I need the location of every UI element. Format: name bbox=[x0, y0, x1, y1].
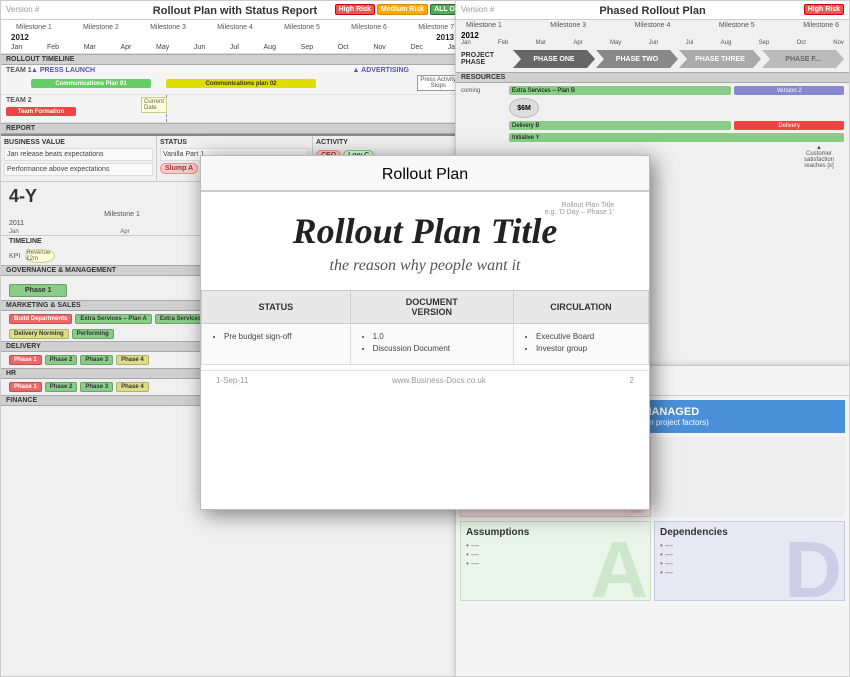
empty-card bbox=[654, 437, 845, 517]
comm-bar-1: Communications Plan 01 bbox=[31, 79, 151, 88]
build-depts-pill: Build Departments bbox=[9, 314, 72, 324]
dependencies-card: Dependencies • — • — • — • — D bbox=[654, 521, 845, 601]
circulation-cell: Executive Board Investor group bbox=[513, 323, 648, 364]
phase1-governance: Phase 1 bbox=[9, 284, 67, 297]
right-milestones: Milestone 1 Milestone 3 Milestone 4 Mile… bbox=[456, 20, 849, 31]
modal-title-area: Rollout Plan Titlee.g. 'D Day – Phase 1'… bbox=[201, 192, 649, 290]
hr-phase3: Phase 3 bbox=[80, 382, 113, 392]
team1-row: TEAM 1 ▲ PRESS LAUNCH ▲ ADVERTISING Comm… bbox=[1, 65, 469, 95]
right-year-row: 2012 bbox=[456, 31, 849, 40]
left-doc-title-bar: Version # Rollout Plan with Status Repor… bbox=[1, 1, 469, 20]
delivery-phase3: Phase 3 bbox=[80, 355, 113, 365]
months-row: JanFeb MarApr MayJun JulAug SepOct NovDe… bbox=[6, 44, 464, 51]
delivery-phase1: Phase 1 bbox=[9, 355, 42, 365]
left-timeline-area: Milestone 1 Milestone 2 Milestone 3 Mile… bbox=[1, 20, 469, 54]
press-activity-box: Press ActivityStops bbox=[417, 75, 459, 91]
team2-label: TEAM 2 bbox=[6, 97, 464, 104]
right-doc-badges: High Risk bbox=[804, 4, 844, 15]
right-doc-version: Version # bbox=[461, 5, 494, 14]
high-risk-badge: High Risk bbox=[335, 4, 375, 15]
phase-one-arrow: PHASE ONE bbox=[513, 50, 595, 68]
assumptions-card: Assumptions • — • — • — A bbox=[460, 521, 651, 601]
modal-plan-subtitle: the reason why people want it bbox=[231, 257, 619, 275]
footer-website: www.Business-Docs.co.uk bbox=[392, 376, 486, 385]
report-item-1: Jan release beats expectations bbox=[4, 148, 153, 161]
modal-header: Rollout Plan bbox=[201, 156, 649, 192]
business-value-col: BUSINESS VALUE Jan release beats expecta… bbox=[1, 136, 157, 181]
rollout-timeline-header: ROLLOUT TIMELINE bbox=[1, 54, 469, 65]
project-phase-row: PROJECT PHASE PHASE ONE PHASE TWO PHASE … bbox=[456, 46, 849, 72]
left-doc-version: Version # bbox=[6, 5, 39, 14]
left-doc-badges: High Risk Medium Risk ALL OK bbox=[335, 4, 464, 15]
resource-row-1: coming Extra Services – Plan B Version 2 bbox=[461, 86, 844, 95]
extra-services-b-bar: Extra Services – Plan B bbox=[509, 86, 731, 95]
big-a-letter: A bbox=[590, 530, 648, 601]
phase-two-arrow: PHASE TWO bbox=[596, 50, 678, 68]
delivery-phase2: Phase 2 bbox=[45, 355, 78, 365]
dollar-circle: $6M bbox=[509, 98, 539, 118]
status-header: STATUS bbox=[202, 290, 351, 323]
doc-version-header: DOCUMENTVERSION bbox=[350, 290, 513, 323]
hr-phase4: Phase 4 bbox=[116, 382, 149, 392]
rollout-plan-title-label: Rollout Plan Titlee.g. 'D Day – Phase 1' bbox=[545, 202, 614, 216]
footer-page: 2 bbox=[630, 376, 634, 385]
report-header: REPORT bbox=[1, 123, 469, 134]
extra-services-a-pill: Extra Services – Plan A bbox=[75, 314, 151, 324]
status-pill-1: Slump A bbox=[160, 163, 198, 174]
right-doc-title-bar: Version # Phased Rollout Plan High Risk bbox=[456, 1, 849, 20]
initiative-y-bar: Initiative Y bbox=[509, 133, 844, 142]
comm-bar-2: Communications plan 02 bbox=[166, 79, 316, 88]
right-doc-title: Phased Rollout Plan bbox=[599, 5, 705, 17]
summary-grid-2: Assumptions • — • — • — A Dependencies •… bbox=[456, 517, 849, 601]
left-doc-title: Rollout Plan with Status Report bbox=[153, 5, 317, 17]
team2-row: TEAM 2 Team Formation CurrentDate bbox=[1, 95, 469, 123]
delivery-phase4: Phase 4 bbox=[116, 355, 149, 365]
version-cell: 1.0 Discussion Document bbox=[350, 323, 513, 364]
phase-four-arrow: PHASE F... bbox=[762, 50, 844, 68]
resource-row-2: $6M bbox=[461, 98, 844, 118]
modal-table: STATUS DOCUMENTVERSION CIRCULATION Pre b… bbox=[201, 290, 649, 365]
delivery-norming-pill: Delivery Norming bbox=[9, 329, 69, 339]
circulation-header: CIRCULATION bbox=[513, 290, 648, 323]
delivery-b-bar: Delivery B bbox=[509, 121, 731, 130]
revenue-kpi: Revenue £2m bbox=[25, 249, 55, 263]
rollout-plan-modal: Rollout Plan Rollout Plan Titlee.g. 'D D… bbox=[200, 155, 650, 510]
phase-arrows: PHASE ONE PHASE TWO PHASE THREE PHASE F.… bbox=[513, 50, 844, 68]
modal-plan-title: Rollout Plan Title bbox=[231, 212, 619, 252]
big-d-letter: D bbox=[784, 530, 842, 601]
year-labels: 2012 2013 bbox=[6, 33, 464, 44]
project-phase-label: PROJECT PHASE bbox=[461, 52, 511, 66]
performing-pill: Performing bbox=[72, 329, 114, 339]
med-risk-badge: Medium Risk bbox=[377, 4, 428, 15]
footer-date: 1-Sep-11 bbox=[216, 376, 248, 385]
modal-footer: 1-Sep-11 www.Business-Docs.co.uk 2 bbox=[201, 370, 649, 390]
version2-bar: Version 2 bbox=[734, 86, 844, 95]
current-date-box: CurrentDate bbox=[141, 97, 167, 113]
resources-header: RESOURCES bbox=[456, 72, 849, 83]
delivery-bar: Delivery bbox=[734, 121, 844, 130]
resource-row-3: Delivery B Delivery bbox=[461, 121, 844, 130]
status-cell: Pre budget sign-off bbox=[202, 323, 351, 364]
report-item-2: Performance above expectations bbox=[4, 163, 153, 176]
resource-row-4: Initiative Y bbox=[461, 133, 844, 142]
phase-three-arrow: PHASE THREE bbox=[679, 50, 761, 68]
table-row: Pre budget sign-off 1.0 Discussion Docum… bbox=[202, 323, 649, 364]
modal-header-title: Rollout Plan bbox=[382, 166, 468, 183]
hr-phase2: Phase 2 bbox=[45, 382, 78, 392]
milestones-row: Milestone 1 Milestone 2 Milestone 3 Mile… bbox=[6, 22, 464, 33]
right-high-risk-badge: High Risk bbox=[804, 4, 844, 15]
hr-phase1: Phase 1 bbox=[9, 382, 42, 392]
team-formation-bar: Team Formation bbox=[6, 107, 76, 116]
